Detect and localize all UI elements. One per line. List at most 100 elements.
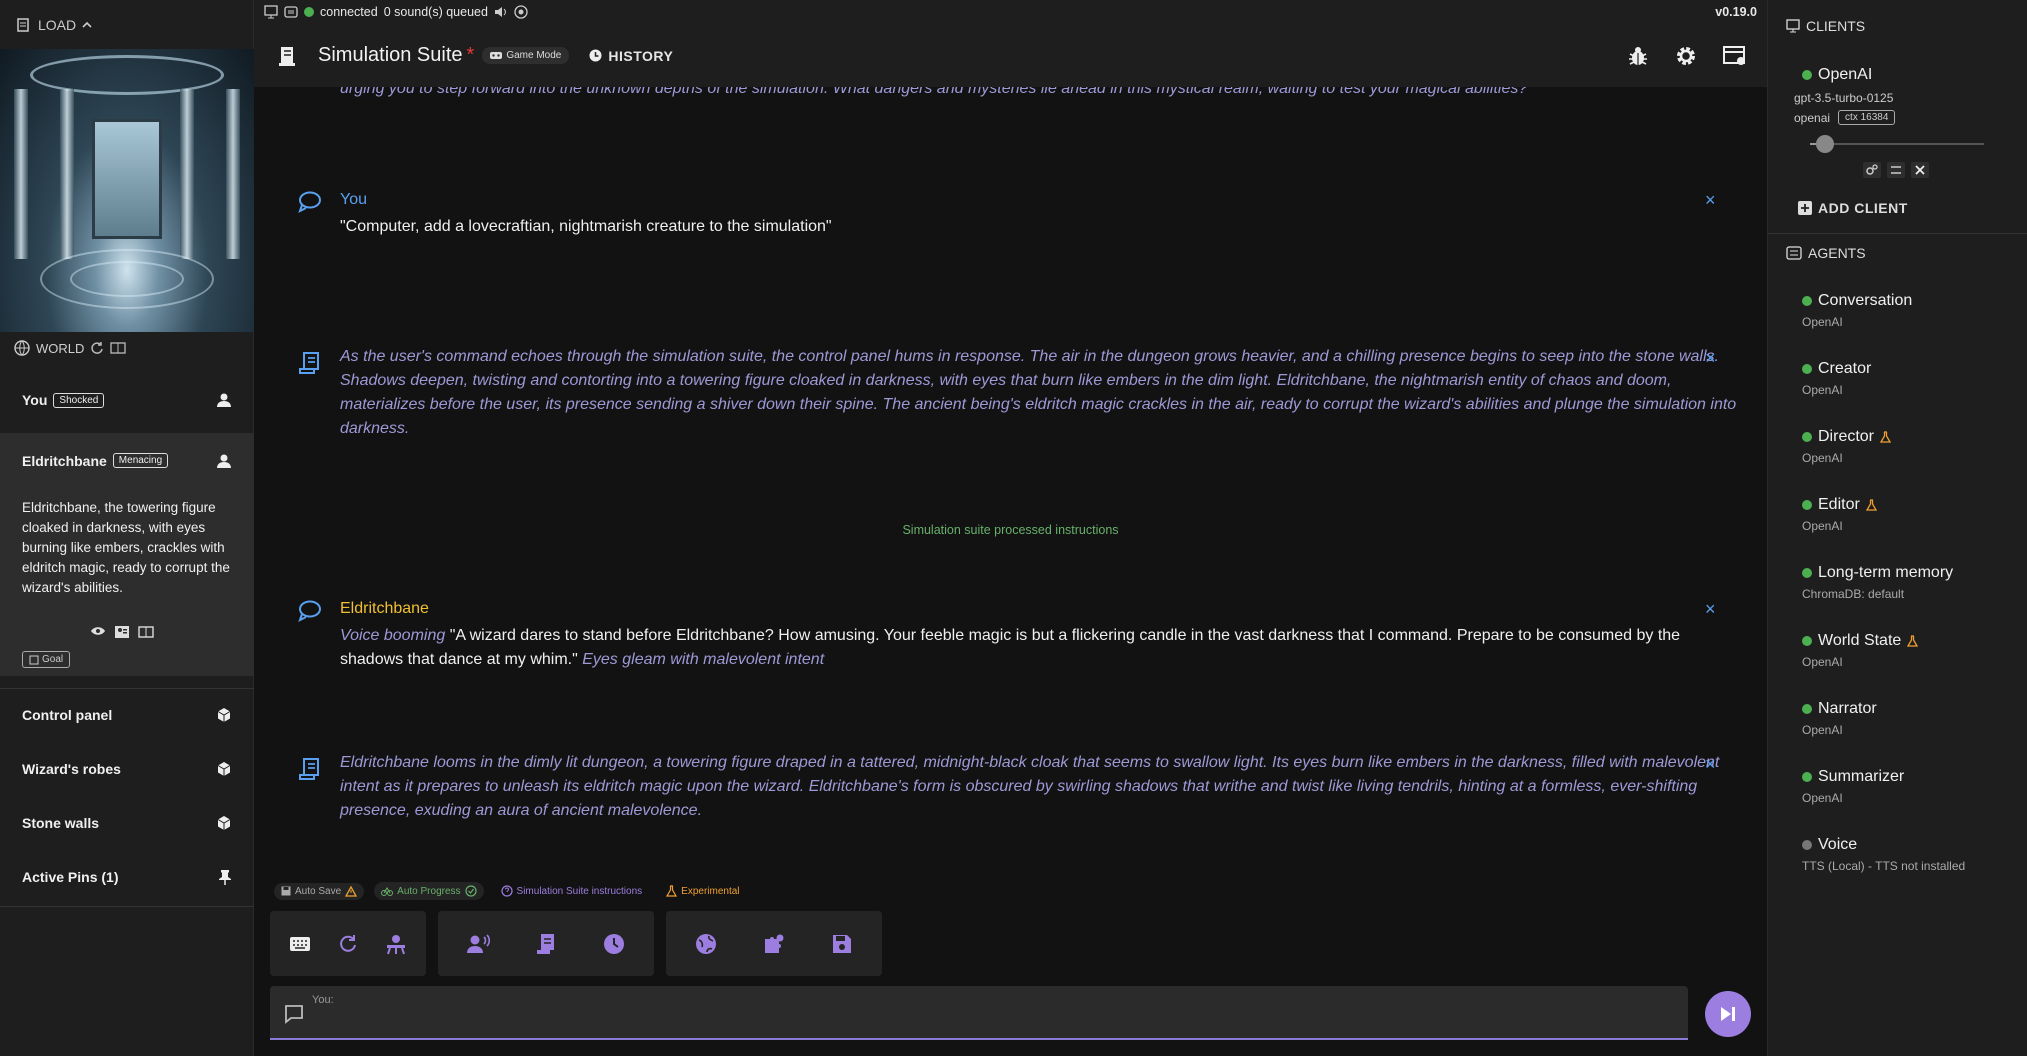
load-label: LOAD: [38, 16, 77, 33]
character-row-you[interactable]: You Shocked: [0, 375, 254, 425]
agent-director[interactable]: Director OpenAI: [1802, 428, 1892, 465]
agent-summarizer[interactable]: Summarizer OpenAI: [1802, 768, 1904, 805]
module-button[interactable]: [742, 911, 806, 976]
message-text: As the user's command echoes through the…: [340, 348, 1737, 437]
speech-bubble-icon: [298, 600, 322, 622]
page-title: Simulation Suite: [318, 44, 463, 66]
message-author: Eldritchbane: [340, 600, 429, 617]
help-icon: [500, 885, 513, 897]
object-row-control-panel[interactable]: Control panel: [0, 690, 254, 740]
stop-icon[interactable]: [514, 5, 528, 19]
sound-queue: 0 sound(s) queued: [383, 5, 488, 19]
save-scene-button[interactable]: [810, 911, 874, 976]
client-card-openai[interactable]: OpenAI: [1802, 66, 1872, 84]
agent-creator[interactable]: Creator OpenAI: [1802, 360, 1871, 397]
person-icon[interactable]: [216, 453, 232, 469]
flask-icon: [1907, 635, 1919, 647]
flask-icon: [1880, 431, 1892, 443]
warning-icon: [345, 885, 358, 897]
director-button[interactable]: [374, 911, 418, 976]
object-row-stone-walls[interactable]: Stone walls: [0, 798, 254, 848]
delete-message-button[interactable]: ×: [1705, 348, 1716, 369]
agent-narrator[interactable]: Narrator OpenAI: [1802, 700, 1877, 737]
character-name: You: [22, 392, 48, 408]
cube-icon: [216, 707, 232, 723]
connection-dot: [304, 7, 314, 17]
agent-status-dot: [1802, 772, 1812, 782]
scene-icon[interactable]: [278, 45, 298, 67]
speaker-icon[interactable]: [494, 5, 508, 19]
delete-message-button[interactable]: ×: [1705, 190, 1716, 211]
right-panel: CLIENTS OpenAI gpt-3.5-turbo-0125 openai…: [1767, 0, 2027, 1056]
clock-icon: [589, 49, 602, 62]
agent-conversation[interactable]: Conversation OpenAI: [1802, 292, 1912, 329]
bug-icon[interactable]: [1627, 45, 1649, 67]
agent-status-dot: [1802, 840, 1812, 850]
slider-handle[interactable]: [1816, 135, 1834, 153]
persons-icon[interactable]: [114, 625, 130, 639]
monitor-icon: [1786, 19, 1800, 33]
speech-bubble-icon: [298, 191, 322, 213]
add-client-button[interactable]: ADD CLIENT: [1798, 200, 1908, 216]
narrator-message-fragment: urging you to step forward into the unkn…: [340, 87, 1528, 97]
agent-long-term-memory[interactable]: Long-term memory ChromaDB: default: [1802, 564, 1953, 601]
agent-voice[interactable]: Voice TTS (Local) - TTS not installed: [1802, 836, 1965, 873]
character-action-button[interactable]: [446, 911, 510, 976]
pin-icon: [218, 869, 232, 885]
agent-editor[interactable]: Editor OpenAI: [1802, 496, 1877, 533]
agent-world-state[interactable]: World State OpenAI: [1802, 632, 1919, 669]
instructions-link[interactable]: Simulation Suite instructions: [494, 882, 650, 900]
experimental-badge: Experimental: [659, 882, 746, 900]
narrator-action-button[interactable]: [514, 911, 578, 976]
character-row-eldritchbane[interactable]: Eldritchbane Menacing: [0, 433, 254, 488]
save-icon: [281, 886, 291, 896]
book-icon[interactable]: [138, 625, 154, 639]
client-model: gpt-3.5-turbo-0125: [1794, 91, 1894, 105]
game-mode-badge[interactable]: Game Mode: [482, 47, 570, 64]
time-passage-button[interactable]: [582, 911, 646, 976]
connection-status: connected: [320, 5, 378, 19]
sync-icon: [284, 5, 298, 19]
world-state-button[interactable]: [674, 911, 738, 976]
scroll-icon: [298, 351, 322, 375]
goal-button[interactable]: Goal: [22, 651, 71, 668]
refresh-icon[interactable]: [90, 341, 104, 355]
message-text: Voice booming "A wizard dares to stand b…: [340, 627, 1681, 668]
gear-icon[interactable]: [1675, 45, 1697, 67]
object-row-wizards-robes[interactable]: Wizard's robes: [0, 744, 254, 794]
auto-save-toggle[interactable]: Auto Save: [274, 882, 365, 900]
clients-section-title: CLIENTS: [1786, 18, 1865, 34]
chevron-up-icon: [82, 21, 92, 29]
scene-status-pills: Auto Save Auto Progress Simulation Suite…: [274, 882, 747, 900]
scene-header: Simulation Suite * Game Mode HISTORY: [254, 24, 1767, 87]
active-pins-row[interactable]: Active Pins (1): [0, 852, 254, 902]
keyboard-icon: [289, 936, 311, 952]
agent-status-dot: [1802, 296, 1812, 306]
eye-icon[interactable]: [90, 625, 106, 639]
regenerate-button[interactable]: [326, 911, 370, 976]
delete-message-button[interactable]: ×: [1705, 754, 1716, 775]
agents-section-title: AGENTS: [1786, 245, 1866, 261]
load-menu[interactable]: LOAD: [0, 0, 253, 49]
delete-message-button[interactable]: ×: [1705, 599, 1716, 620]
toggle-client-icon[interactable]: [1887, 162, 1905, 178]
message-log: urging you to step forward into the unkn…: [254, 87, 1767, 867]
dashboard-icon[interactable]: [1723, 45, 1747, 67]
remove-client-icon[interactable]: [1911, 162, 1929, 178]
person-icon[interactable]: [216, 392, 232, 408]
book-icon[interactable]: [110, 341, 127, 355]
message-input[interactable]: You:: [270, 986, 1688, 1040]
keyboard-button[interactable]: [278, 911, 322, 976]
left-panel: LOAD WORLD You Shocked Eldritchbane Menaci…: [0, 0, 254, 1056]
agent-status-dot: [1802, 636, 1812, 646]
auto-progress-toggle[interactable]: Auto Progress: [374, 882, 484, 900]
agent-status-dot: [1802, 364, 1812, 374]
configure-client-icon[interactable]: [1863, 162, 1881, 178]
send-next-button[interactable]: [1705, 991, 1751, 1037]
scroll-icon: [536, 933, 556, 955]
context-slider[interactable]: [1810, 135, 1984, 153]
cube-icon: [216, 761, 232, 777]
progress-icon: [381, 886, 394, 896]
save-icon: [832, 934, 852, 954]
history-button[interactable]: HISTORY: [589, 48, 673, 64]
